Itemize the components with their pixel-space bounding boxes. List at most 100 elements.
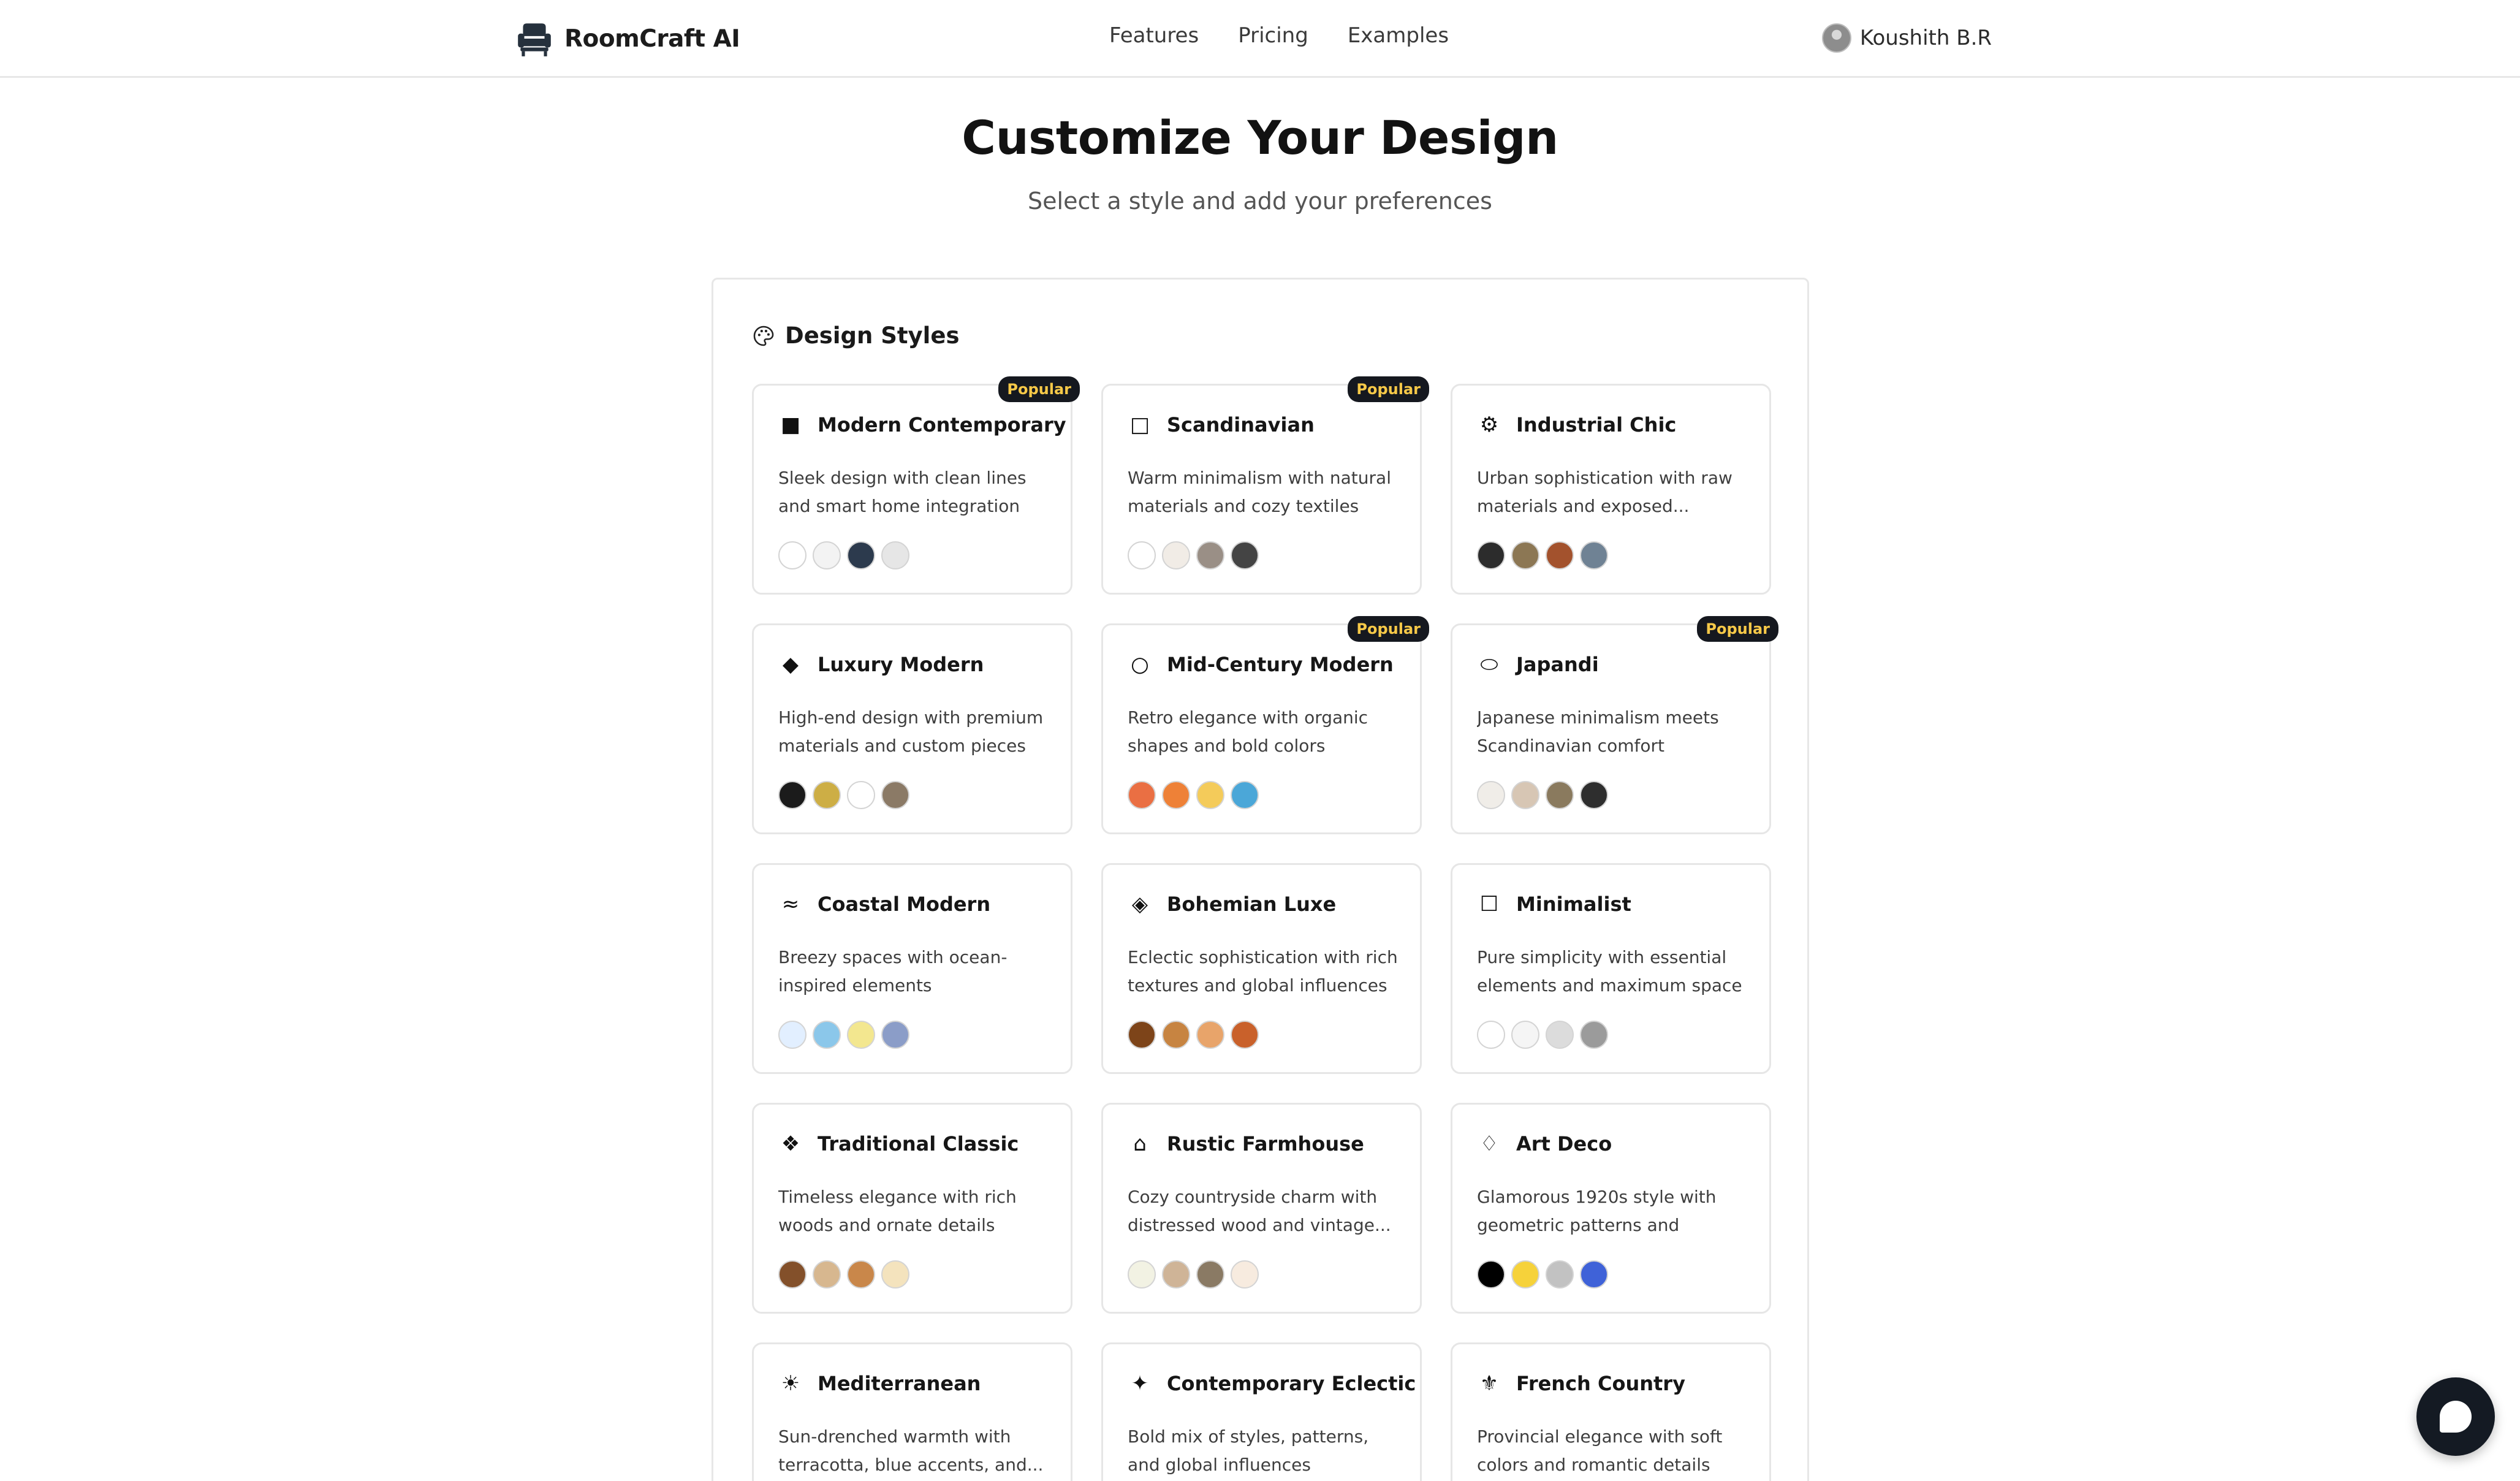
color-swatches — [1128, 541, 1259, 569]
style-card[interactable]: ⚙ Industrial Chic Urban sophistication wit… — [1451, 384, 1771, 595]
color-swatch — [778, 781, 806, 809]
color-swatch — [1196, 781, 1224, 809]
style-card-description: Breezy spaces with ocean-inspired elemen… — [778, 947, 1008, 996]
style-card[interactable]: Popular □ Scandinavian Warm minimalism with… — [1101, 376, 1429, 595]
style-card[interactable]: ≈ Coastal Modern Breezy spaces with ocean-… — [752, 863, 1072, 1074]
color-swatch — [1162, 781, 1190, 809]
circle-outline-icon: ○ — [1131, 652, 1149, 677]
avatar[interactable] — [1821, 23, 1851, 53]
style-card-description: Eclectic sophistication with rich textur… — [1128, 947, 1398, 996]
nav-links: Features Pricing Examples — [1109, 23, 1449, 48]
style-card-title: Bohemian Luxe — [1167, 893, 1337, 916]
style-card-description: Warm minimalism with natural materials a… — [1128, 468, 1391, 516]
color-swatches — [778, 541, 909, 569]
style-card-header: ⬭ Japandi — [1477, 652, 1599, 677]
color-swatch — [1231, 1260, 1259, 1289]
palette-icon — [753, 326, 774, 346]
diamond-outline-icon: ♢ — [1479, 1132, 1499, 1156]
popular-badge: Popular — [1348, 616, 1429, 642]
color-swatch — [778, 1021, 806, 1049]
empty-box-icon: ☐ — [1479, 892, 1499, 916]
color-swatch — [1128, 541, 1156, 569]
page-subtitle: Select a style and add your preferences — [1028, 188, 1492, 215]
style-card-description: High-end design with premium materials a… — [778, 707, 1044, 756]
style-card-description: Pure simplicity with essential elements … — [1477, 947, 1742, 996]
style-card[interactable]: ☀ Mediterranean Sun-drenched warmth with t… — [752, 1342, 1072, 1481]
style-card-header: ≈ Coastal Modern — [778, 892, 990, 916]
color-swatch — [778, 1260, 806, 1289]
style-card-description: Bold mix of styles, patterns, and global… — [1128, 1426, 1369, 1475]
chat-button[interactable] — [2416, 1377, 2495, 1456]
color-swatch — [881, 781, 909, 809]
color-swatch — [1546, 1260, 1574, 1289]
color-swatch — [1162, 541, 1190, 569]
popular-badge: Popular — [1697, 616, 1778, 642]
style-grid: Popular ■ Modern Contemporary Sleek design … — [752, 376, 1778, 1481]
color-swatch — [847, 1021, 875, 1049]
color-swatch — [1546, 781, 1574, 809]
brand[interactable]: RoomCraft AI — [514, 18, 740, 59]
color-swatches — [1477, 541, 1608, 569]
panel-title: Design Styles — [785, 322, 960, 349]
color-swatch — [1546, 1021, 1574, 1049]
style-card-header: ☐ Minimalist — [1477, 892, 1631, 916]
style-card-header: ❖ Traditional Classic — [778, 1132, 1019, 1156]
color-swatch — [813, 781, 841, 809]
color-swatch — [847, 1260, 875, 1289]
style-card[interactable]: Popular ■ Modern Contemporary Sleek design … — [752, 376, 1080, 595]
user-name: Koushith B.R — [1859, 26, 1992, 50]
style-card-title: Minimalist — [1516, 893, 1631, 916]
waves-icon: ≈ — [781, 892, 800, 916]
sun-icon: ☀ — [781, 1371, 800, 1396]
style-card[interactable]: ♢ Art Deco Glamorous 1920s style with geom… — [1451, 1103, 1771, 1314]
color-swatch — [1546, 541, 1574, 569]
fleur-de-lis-icon: ⚜ — [1479, 1371, 1499, 1396]
color-swatch — [1128, 1260, 1156, 1289]
nav-link-examples[interactable]: Examples — [1348, 23, 1449, 48]
color-swatch — [1580, 1260, 1608, 1289]
style-card[interactable]: ◆ Luxury Modern High-end design with premi… — [752, 623, 1072, 834]
color-swatch — [1511, 541, 1539, 569]
style-card-title: Japandi — [1516, 653, 1599, 676]
color-swatch — [1162, 1021, 1190, 1049]
style-card-title: Contemporary Eclectic — [1167, 1372, 1416, 1395]
style-card-description: Cozy countryside charm with distressed w… — [1128, 1187, 1391, 1235]
style-card[interactable]: ⚜ French Country Provincial elegance with … — [1451, 1342, 1771, 1481]
style-card-title: Industrial Chic — [1516, 413, 1677, 436]
color-swatch — [778, 541, 806, 569]
color-swatch — [1580, 541, 1608, 569]
style-card[interactable]: Popular ○ Mid-Century Modern Retro elegance… — [1101, 616, 1429, 834]
style-card[interactable]: Popular ⬭ Japandi Japanese minimalism meets… — [1451, 616, 1778, 834]
color-swatch — [1477, 781, 1505, 809]
ellipse-icon: ⬭ — [1480, 652, 1498, 677]
style-card[interactable]: ☐ Minimalist Pure simplicity with essentia… — [1451, 863, 1771, 1074]
color-swatch — [847, 781, 875, 809]
design-styles-panel: Design Styles Popular ■ Modern Contemporar… — [712, 278, 1809, 1481]
color-swatch — [1231, 541, 1259, 569]
color-swatches — [778, 781, 909, 809]
color-swatches — [778, 1021, 909, 1049]
style-card[interactable]: ❖ Traditional Classic Timeless elegance wi… — [752, 1103, 1072, 1314]
color-swatches — [1477, 781, 1608, 809]
nav-link-pricing[interactable]: Pricing — [1238, 23, 1308, 48]
style-card-title: Luxury Modern — [818, 653, 984, 676]
color-swatch — [847, 541, 875, 569]
armchair-icon — [518, 23, 551, 56]
style-card-description: Sleek design with clean lines and smart … — [778, 468, 1027, 516]
color-swatches — [1477, 1260, 1608, 1289]
style-card-header: ⌂ Rustic Farmhouse — [1128, 1132, 1364, 1156]
user-menu[interactable]: Koushith B.R — [1821, 23, 1992, 53]
color-swatch — [1580, 1021, 1608, 1049]
color-swatches — [1477, 1021, 1608, 1049]
style-card[interactable]: ◈ Bohemian Luxe Eclectic sophistication wi… — [1101, 863, 1422, 1074]
style-card[interactable]: ⌂ Rustic Farmhouse Cozy countryside charm … — [1101, 1103, 1422, 1314]
color-swatch — [813, 541, 841, 569]
diamond-filled-icon: ◆ — [782, 652, 799, 677]
color-swatch — [1511, 1260, 1539, 1289]
style-card-header: ◈ Bohemian Luxe — [1128, 892, 1336, 916]
style-card-description: Timeless elegance with rich woods and or… — [778, 1187, 1017, 1235]
color-swatch — [1231, 1021, 1259, 1049]
nav-link-features[interactable]: Features — [1109, 23, 1199, 48]
style-card[interactable]: ✦ Contemporary Eclectic Bold mix of styles… — [1101, 1342, 1422, 1481]
style-card-title: Modern Contemporary — [818, 413, 1066, 436]
